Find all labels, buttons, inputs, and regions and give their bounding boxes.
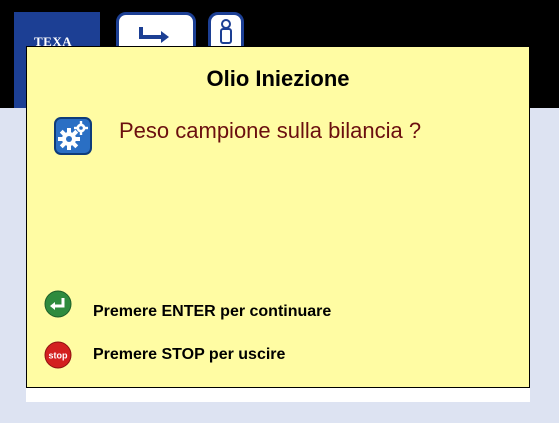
prompt-dialog: Olio Iniezione Peso campione sulla bilan… bbox=[26, 46, 530, 388]
bottom-frame-band bbox=[0, 402, 559, 423]
left-frame-band bbox=[0, 108, 26, 423]
stop-sign-icon[interactable]: stop bbox=[44, 341, 72, 369]
dialog-title: Olio Iniezione bbox=[206, 66, 350, 91]
enter-key-icon[interactable] bbox=[44, 290, 72, 318]
right-frame-band bbox=[530, 108, 559, 423]
stop-sign-label: stop bbox=[49, 351, 69, 361]
gears-icon bbox=[54, 117, 92, 155]
stop-hint-text: Premere STOP per uscire bbox=[93, 346, 286, 363]
person-icon bbox=[220, 19, 232, 44]
dialog-question: Peso campione sulla bilancia ? bbox=[119, 118, 422, 143]
enter-arrow-icon bbox=[139, 27, 169, 43]
enter-hint-text: Premere ENTER per continuare bbox=[93, 303, 332, 320]
